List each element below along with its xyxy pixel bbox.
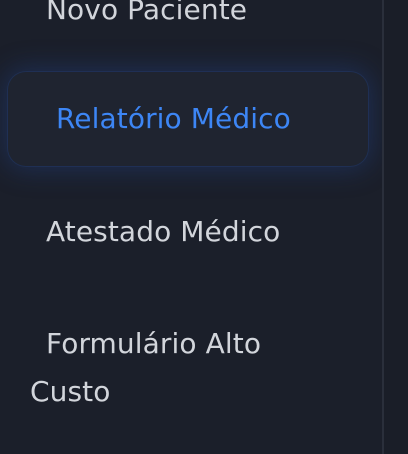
sidebar-item-label: Formulário Alto Custo	[30, 327, 262, 408]
sidebar-item-formulario-alto-custo[interactable]: Formulário Alto Custo	[30, 320, 330, 416]
sidebar-item-label: Relatório Médico	[56, 102, 291, 135]
main-content-area	[384, 0, 408, 454]
sidebar-item-atestado-medico[interactable]: Atestado Médico	[46, 208, 366, 256]
sidebar-nav: Novo Paciente Relatório Médico Atestado …	[0, 0, 382, 454]
sidebar-item-novo-paciente[interactable]: Novo Paciente	[46, 0, 366, 34]
sidebar-item-label: Atestado Médico	[46, 215, 281, 248]
sidebar-item-relatorio-medico[interactable]: Relatório Médico	[8, 72, 368, 166]
sidebar-item-label: Novo Paciente	[46, 0, 248, 26]
